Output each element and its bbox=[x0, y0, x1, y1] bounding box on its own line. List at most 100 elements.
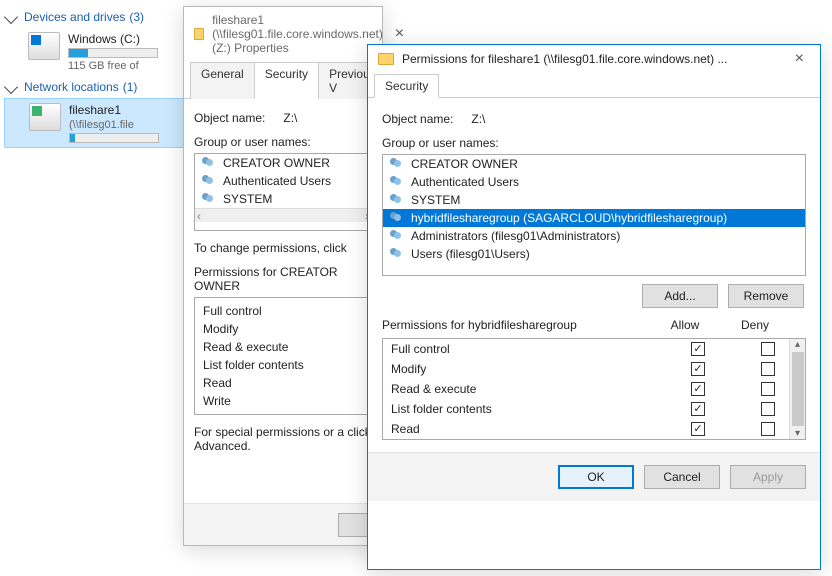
list-item: Authenticated Users bbox=[195, 172, 371, 190]
chevron-down-icon bbox=[4, 10, 18, 24]
deny-checkbox[interactable] bbox=[761, 402, 775, 416]
list-item[interactable]: hybridfilesharegroup (SAGARCLOUD\hybridf… bbox=[383, 209, 805, 227]
folder-icon bbox=[194, 28, 204, 40]
network-drive-icon bbox=[29, 103, 61, 131]
perm-item: Read bbox=[203, 374, 363, 392]
perm-item: List folder contents bbox=[203, 356, 363, 374]
group-icon bbox=[389, 176, 405, 188]
tab-security[interactable]: Security bbox=[374, 74, 439, 98]
scrollbar-horizontal[interactable]: ‹› bbox=[195, 208, 371, 222]
group-icon bbox=[201, 193, 217, 205]
object-name-value: Z:\ bbox=[283, 111, 297, 125]
scrollbar-vertical[interactable]: ▴ ▾ bbox=[789, 339, 805, 439]
cancel-button[interactable]: Cancel bbox=[644, 465, 720, 489]
fileshare-usage-bar bbox=[69, 133, 159, 143]
scroll-down-icon[interactable]: ▾ bbox=[795, 428, 800, 439]
network-header[interactable]: Network locations (1) bbox=[4, 76, 196, 98]
group-icon bbox=[389, 248, 405, 260]
chevron-down-icon bbox=[4, 80, 18, 94]
permissions-table: Full control Modify Read & execute List fol… bbox=[382, 338, 806, 440]
drive-icon bbox=[28, 32, 60, 60]
permissions-dialog: Permissions for fileshare1 (\\filesg01.f… bbox=[367, 44, 821, 570]
object-name-value: Z:\ bbox=[471, 112, 485, 126]
perm-item: Modify bbox=[203, 320, 363, 338]
properties-titlebar[interactable]: fileshare1 (\\filesg01.file.core.windows… bbox=[184, 7, 382, 61]
tab-general[interactable]: General bbox=[190, 62, 255, 99]
group-user-list[interactable]: CREATOR OWNERAuthenticated UsersSYSTEMhy… bbox=[382, 154, 806, 276]
perm-for-label: Permissions for CREATOR OWNER bbox=[194, 265, 372, 293]
permission-name: Modify bbox=[391, 362, 663, 376]
explorer-navpane: Devices and drives (3) Windows (C:) 115 … bbox=[0, 0, 200, 154]
object-name-label: Object name: bbox=[194, 111, 265, 125]
add-button[interactable]: Add... bbox=[642, 284, 718, 308]
permission-row: Modify bbox=[383, 359, 805, 379]
list-item[interactable]: Users (filesg01\Users) bbox=[383, 245, 805, 263]
list-item[interactable]: Administrators (filesg01\Administrators) bbox=[383, 227, 805, 245]
scrollbar-thumb[interactable] bbox=[792, 352, 804, 426]
permissions-titlebar[interactable]: Permissions for fileshare1 (\\filesg01.f… bbox=[368, 45, 820, 73]
allow-checkbox[interactable] bbox=[691, 362, 705, 376]
deny-checkbox[interactable] bbox=[761, 342, 775, 356]
group-user-list[interactable]: CREATOR OWNER Authenticated Users SYSTEM… bbox=[194, 153, 372, 231]
apply-button[interactable]: Apply bbox=[730, 465, 806, 489]
perm-item: Full control bbox=[203, 302, 363, 320]
drive-c[interactable]: Windows (C:) 115 GB free of bbox=[4, 28, 196, 76]
deny-checkbox[interactable] bbox=[761, 422, 775, 436]
group-user-label: Group or user names: bbox=[194, 135, 372, 149]
folder-icon bbox=[378, 53, 394, 65]
allow-checkbox[interactable] bbox=[691, 402, 705, 416]
network-header-label: Network locations bbox=[24, 80, 119, 94]
object-name-label: Object name: bbox=[382, 112, 453, 126]
properties-tabs: General Security Previous V bbox=[184, 61, 382, 99]
permission-name: Read & execute bbox=[391, 382, 663, 396]
list-item: CREATOR OWNER bbox=[195, 154, 371, 172]
allow-checkbox[interactable] bbox=[691, 382, 705, 396]
close-icon[interactable]: × bbox=[389, 26, 410, 42]
devices-count: (3) bbox=[129, 10, 144, 24]
change-perm-hint: To change permissions, click bbox=[194, 241, 372, 255]
allow-checkbox[interactable] bbox=[691, 342, 705, 356]
group-icon bbox=[389, 230, 405, 242]
devices-header-label: Devices and drives bbox=[24, 10, 125, 24]
group-icon bbox=[201, 157, 217, 169]
permission-name: Full control bbox=[391, 342, 663, 356]
properties-dialog: fileshare1 (\\filesg01.file.core.windows… bbox=[183, 6, 383, 546]
network-count: (1) bbox=[123, 80, 138, 94]
tab-security[interactable]: Security bbox=[254, 62, 319, 99]
column-allow: Allow bbox=[650, 318, 720, 332]
permission-name: List folder contents bbox=[391, 402, 663, 416]
group-icon bbox=[389, 158, 405, 170]
allow-checkbox[interactable] bbox=[691, 422, 705, 436]
permission-row: Read bbox=[383, 419, 805, 439]
devices-header[interactable]: Devices and drives (3) bbox=[4, 6, 196, 28]
drive-c-label: Windows (C:) bbox=[68, 32, 158, 46]
drive-fileshare[interactable]: fileshare1 (\\filesg01.file bbox=[4, 98, 196, 148]
permissions-title: Permissions for fileshare1 (\\filesg01.f… bbox=[402, 52, 727, 66]
drive-c-sub: 115 GB free of bbox=[68, 60, 158, 72]
column-deny: Deny bbox=[720, 318, 790, 332]
fileshare-sub: (\\filesg01.file bbox=[69, 119, 159, 131]
permission-name: Read bbox=[391, 422, 663, 436]
scroll-up-icon[interactable]: ▴ bbox=[795, 339, 800, 350]
perm-for-label: Permissions for hybridfilesharegroup bbox=[382, 318, 650, 332]
list-item[interactable]: SYSTEM bbox=[383, 191, 805, 209]
deny-checkbox[interactable] bbox=[761, 382, 775, 396]
group-icon bbox=[201, 175, 217, 187]
drive-c-usage-bar bbox=[68, 48, 158, 58]
permission-row: Read & execute bbox=[383, 379, 805, 399]
remove-button[interactable]: Remove bbox=[728, 284, 804, 308]
group-icon bbox=[389, 212, 405, 224]
fileshare-label: fileshare1 bbox=[69, 103, 159, 117]
perm-item: Write bbox=[203, 392, 363, 410]
permission-row: Full control bbox=[383, 339, 805, 359]
group-icon bbox=[389, 194, 405, 206]
perm-item: Read & execute bbox=[203, 338, 363, 356]
deny-checkbox[interactable] bbox=[761, 362, 775, 376]
close-icon[interactable]: × bbox=[789, 51, 810, 67]
special-perm-hint: For special permissions or a click Advan… bbox=[194, 425, 372, 453]
list-item[interactable]: Authenticated Users bbox=[383, 173, 805, 191]
ok-button[interactable]: OK bbox=[558, 465, 634, 489]
permissions-list: Full control Modify Read & execute List … bbox=[194, 297, 372, 415]
list-item[interactable]: CREATOR OWNER bbox=[383, 155, 805, 173]
dialog-button-row: OK Cancel Apply bbox=[368, 452, 820, 501]
